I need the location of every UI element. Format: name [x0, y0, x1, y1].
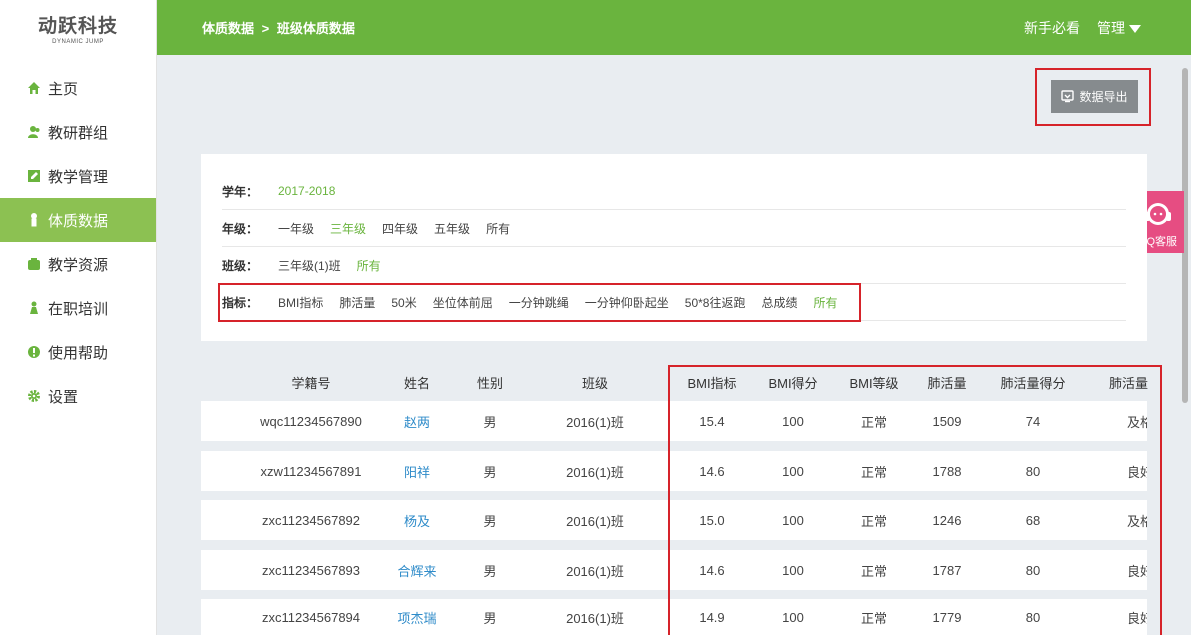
help-icon [27, 345, 41, 359]
column-header[interactable]: 班级 [545, 364, 645, 400]
breadcrumb-current: 班级体质数据 [276, 21, 355, 36]
top-bar: 体质数据 > 班级体质数据 新手必看 管理 [157, 0, 1191, 55]
gear-icon [27, 389, 41, 403]
filter-option[interactable]: 所有 [486, 220, 510, 237]
filter-option[interactable]: 一年级 [278, 220, 314, 237]
breadcrumb: 体质数据 > 班级体质数据 [200, 18, 357, 37]
home-icon [27, 81, 41, 95]
export-icon [1061, 90, 1075, 103]
column-header[interactable]: 学籍号 [241, 364, 381, 400]
sidebar-item-teaching-management[interactable]: 教学管理 [0, 154, 156, 198]
filter-option[interactable]: 五年级 [434, 220, 470, 237]
manage-label: 管理 [1097, 19, 1125, 36]
manage-menu[interactable]: 管理 [1097, 18, 1141, 38]
caret-down-icon [1129, 24, 1141, 33]
sidebar: 动跃科技 DYNAMIC JUMP 主页 教研群组 教学管理 体质数据 教学资源… [0, 0, 157, 635]
cell-student-id: zxc11234567894 [261, 609, 361, 625]
cell-class: 2016(1)班 [566, 563, 624, 579]
sidebar-item-research-groups[interactable]: 教研群组 [0, 110, 156, 154]
cell-class: 2016(1)班 [566, 464, 624, 480]
edit-icon [27, 169, 41, 183]
sidebar-item-label: 教学资源 [48, 256, 109, 274]
filter-option[interactable]: 所有 [357, 257, 381, 274]
box-icon [27, 257, 41, 271]
indicator-highlight-box [218, 283, 861, 322]
sidebar-item-label: 使用帮助 [48, 344, 109, 362]
sidebar-item-fitness-data[interactable]: 体质数据 [0, 198, 156, 242]
export-data-button[interactable]: 数据导出 [1051, 80, 1138, 113]
cell-student-id: zxc11234567893 [261, 562, 361, 578]
filter-row-year: 学年： 2017-2018 [222, 173, 1126, 210]
table-highlight-box [668, 365, 1162, 635]
column-header[interactable]: 姓名 [387, 364, 447, 400]
filter-row-grade: 年级： 一年级 三年级 四年级 五年级 所有 [222, 210, 1126, 247]
column-header[interactable]: 性别 [460, 364, 520, 400]
cell-name-link[interactable]: 阳祥 [387, 451, 447, 491]
cell-name-link[interactable]: 项杰瑞 [387, 599, 447, 635]
cell-gender: 男 [483, 414, 497, 430]
sidebar-item-label: 主页 [48, 80, 79, 98]
cell-class: 2016(1)班 [566, 513, 624, 529]
cell-student-id: wqc11234567890 [260, 413, 362, 429]
filter-label: 学年： [222, 184, 259, 199]
brand-name: 动跃科技 [37, 15, 118, 37]
person-icon [27, 213, 41, 227]
breadcrumb-separator: > [261, 21, 270, 36]
cell-gender: 男 [483, 563, 497, 579]
sidebar-item-settings[interactable]: 设置 [0, 374, 156, 418]
brand-subtitle: DYNAMIC JUMP [52, 38, 104, 45]
filter-option[interactable]: 2017-2018 [278, 184, 335, 198]
cell-student-id: xzw11234567891 [260, 463, 362, 479]
cell-name-link[interactable]: 合辉来 [387, 550, 447, 590]
sidebar-item-label: 在职培训 [48, 300, 109, 318]
person-icon [27, 301, 41, 315]
cell-gender: 男 [483, 610, 497, 626]
cell-name-link[interactable]: 杨及 [387, 500, 447, 540]
filter-row-class: 班级： 三年级(1)班 所有 [222, 247, 1126, 284]
breadcrumb-parent[interactable]: 体质数据 [202, 21, 254, 36]
filter-label: 年级： [222, 221, 259, 236]
sidebar-item-training[interactable]: 在职培训 [0, 286, 156, 330]
filter-option[interactable]: 四年级 [382, 220, 418, 237]
export-label: 数据导出 [1079, 90, 1128, 104]
sidebar-item-home[interactable]: 主页 [0, 66, 156, 110]
newbie-guide-link[interactable]: 新手必看 [1024, 18, 1080, 38]
sidebar-item-help[interactable]: 使用帮助 [0, 330, 156, 374]
sidebar-item-label: 教学管理 [48, 168, 109, 186]
cell-gender: 男 [483, 513, 497, 529]
users-icon [27, 125, 41, 139]
filter-option[interactable]: 三年级(1)班 [278, 257, 341, 274]
cell-student-id: zxc11234567892 [261, 512, 361, 528]
sidebar-item-label: 教研群组 [48, 124, 109, 142]
filter-option[interactable]: 三年级 [330, 220, 366, 237]
sidebar-item-teaching-resources[interactable]: 教学资源 [0, 242, 156, 286]
cell-gender: 男 [483, 464, 497, 480]
top-bar-actions: 新手必看 管理 [1007, 0, 1141, 55]
sidebar-nav: 主页 教研群组 教学管理 体质数据 教学资源 在职培训 使用帮助 设置 [0, 66, 156, 418]
cell-class: 2016(1)班 [566, 414, 624, 430]
filter-label: 班级： [222, 258, 259, 273]
cell-class: 2016(1)班 [566, 610, 624, 626]
sidebar-item-label: 体质数据 [48, 212, 109, 230]
cell-name-link[interactable]: 赵两 [387, 401, 447, 441]
sidebar-item-label: 设置 [48, 388, 79, 406]
logo[interactable]: 动跃科技 DYNAMIC JUMP [0, 0, 156, 55]
